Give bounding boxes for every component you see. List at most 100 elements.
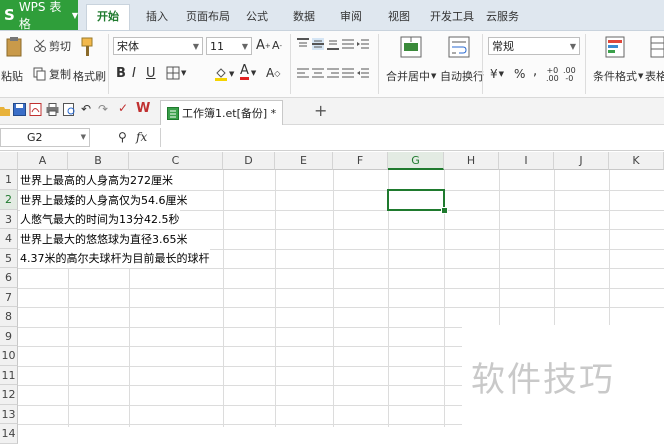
tab-cloud[interactable]: 云服务 — [486, 8, 519, 24]
column-header-g[interactable]: G — [388, 152, 444, 170]
align-top-icon[interactable] — [297, 38, 309, 50]
merge-center-button[interactable]: 合并居中 ▼ — [386, 68, 436, 84]
fill-color-icon[interactable]: ▼ — [214, 66, 234, 81]
paste-label[interactable]: 粘贴 — [1, 68, 23, 84]
underline-icon[interactable]: U — [146, 66, 156, 81]
cell-a4[interactable]: 世界上最大的悠悠球为直径3.65米 — [20, 230, 188, 249]
conditional-format-button[interactable]: 条件格式 ▼ — [593, 68, 643, 84]
cell-a2[interactable]: 世界上最矮的人身高仅为54.6厘米 — [20, 191, 188, 210]
column-header-d[interactable]: D — [223, 152, 275, 170]
tab-formulas[interactable]: 公式 — [246, 8, 268, 24]
row-header-5[interactable]: 5 — [0, 249, 18, 268]
check-icon[interactable]: ✓ — [118, 101, 128, 115]
column-header-e[interactable]: E — [275, 152, 333, 170]
function-fx-icon[interactable]: fx — [136, 130, 147, 144]
increase-font-icon[interactable]: A + — [256, 38, 271, 53]
wrap-text-icon[interactable] — [448, 36, 470, 58]
row-header-13[interactable]: 13 — [0, 405, 18, 424]
save-icon[interactable] — [13, 103, 26, 116]
font-name-select[interactable]: 宋体 ▼ — [113, 37, 203, 55]
select-all-corner[interactable] — [0, 152, 18, 170]
tab-data[interactable]: 数据 — [293, 8, 315, 24]
row-header-11[interactable]: 11 — [0, 366, 18, 385]
bold-icon[interactable]: B — [116, 66, 126, 81]
cut-button[interactable]: 剪切 — [33, 38, 71, 54]
merge-center-icon[interactable] — [400, 36, 422, 58]
align-right-icon[interactable] — [327, 67, 339, 79]
cell-a3[interactable]: 人憋气最大的时间为13分42.5秒 — [20, 210, 180, 229]
zoom-search-icon[interactable]: ⚲ — [118, 130, 127, 144]
row-header-1[interactable]: 1 — [0, 170, 18, 190]
cell-a1[interactable]: 世界上最高的人身高为272厘米 — [20, 171, 173, 190]
thousands-separator-icon[interactable]: , — [533, 64, 537, 79]
copy-button[interactable]: 复制 — [33, 66, 71, 82]
italic-icon[interactable]: I — [132, 66, 136, 81]
distributed-icon[interactable] — [342, 67, 354, 79]
wrap-text-label[interactable]: 自动换行 — [440, 68, 484, 84]
app-logo-button[interactable]: S WPS 表格 ▼ — [0, 0, 78, 31]
decrease-decimal-icon[interactable]: .00 -0 — [563, 67, 576, 83]
open-folder-icon[interactable] — [0, 104, 10, 116]
formula-input[interactable] — [160, 128, 664, 147]
column-header-c[interactable]: C — [129, 152, 223, 170]
row-header-10[interactable]: 10 — [0, 346, 18, 366]
row-header-2[interactable]: 2 — [0, 190, 18, 210]
row-header-4[interactable]: 4 — [0, 229, 18, 249]
column-header-j[interactable]: J — [554, 152, 609, 170]
format-painter-label[interactable]: 格式刷 — [73, 68, 106, 84]
percent-icon[interactable]: % — [514, 67, 525, 81]
column-header-b[interactable]: B — [68, 152, 129, 170]
border-icon[interactable]: ▼ — [166, 66, 186, 80]
format-painter-button[interactable] — [78, 36, 96, 58]
print-preview-icon[interactable] — [63, 103, 76, 116]
clear-format-icon[interactable]: A ◇ — [266, 66, 280, 80]
font-size-select[interactable]: 11 ▼ — [206, 37, 252, 55]
column-header-i[interactable]: I — [499, 152, 554, 170]
pdf-icon[interactable] — [29, 103, 42, 116]
row-header-9[interactable]: 9 — [0, 327, 18, 346]
row-header-3[interactable]: 3 — [0, 210, 18, 229]
row-header-8[interactable]: 8 — [0, 307, 18, 327]
increase-decimal-icon[interactable]: +0.00 — [546, 67, 559, 83]
fill-handle[interactable] — [441, 207, 448, 214]
align-justify-icon[interactable] — [342, 38, 354, 50]
divider — [108, 34, 109, 94]
tab-view[interactable]: 视图 — [388, 8, 410, 24]
align-center-icon[interactable] — [312, 67, 324, 79]
print-icon[interactable] — [46, 103, 59, 116]
name-box[interactable]: G2 ▼ — [0, 128, 90, 147]
selected-cell-g2[interactable] — [387, 189, 445, 211]
paste-button[interactable] — [2, 36, 26, 58]
tab-insert[interactable]: 插入 — [146, 8, 168, 24]
redo-icon[interactable]: ↷ — [98, 102, 108, 116]
tab-page-layout[interactable]: 页面布局 — [186, 8, 230, 24]
indent-icon[interactable] — [357, 38, 369, 50]
number-format-select[interactable]: 常规 ▼ — [488, 37, 580, 55]
wps-w-icon[interactable]: W — [136, 101, 150, 116]
align-bottom-icon[interactable] — [327, 38, 339, 50]
row-header-7[interactable]: 7 — [0, 288, 18, 307]
column-header-h[interactable]: H — [444, 152, 499, 170]
font-color-icon[interactable]: A ▼ — [240, 64, 256, 80]
align-middle-icon[interactable] — [312, 38, 324, 50]
tab-developer[interactable]: 开发工具 — [430, 8, 474, 24]
table-style-icon[interactable] — [650, 36, 664, 58]
currency-icon[interactable]: ¥ ▼ — [490, 67, 504, 81]
column-header-f[interactable]: F — [333, 152, 388, 170]
row-header-6[interactable]: 6 — [0, 268, 18, 288]
outdent-icon[interactable] — [357, 67, 369, 79]
align-left-icon[interactable] — [297, 67, 309, 79]
undo-icon[interactable]: ↶ — [81, 102, 91, 116]
row-header-12[interactable]: 12 — [0, 385, 18, 405]
tab-home[interactable]: 开始 — [86, 4, 130, 30]
column-header-a[interactable]: A — [18, 152, 68, 170]
cell-a5[interactable]: 4.37米的高尔夫球杆为目前最长的球杆 — [20, 249, 210, 268]
table-style-label[interactable]: 表格 — [645, 68, 664, 84]
document-tab[interactable]: 工作簿1.et[备份] * — [160, 100, 284, 125]
conditional-format-icon[interactable] — [605, 36, 625, 58]
tab-review[interactable]: 审阅 — [340, 8, 362, 24]
add-tab-button[interactable]: + — [314, 101, 327, 120]
decrease-font-icon[interactable]: A- — [272, 39, 282, 52]
row-header-14[interactable]: 14 — [0, 424, 18, 444]
column-header-k[interactable]: K — [609, 152, 664, 170]
